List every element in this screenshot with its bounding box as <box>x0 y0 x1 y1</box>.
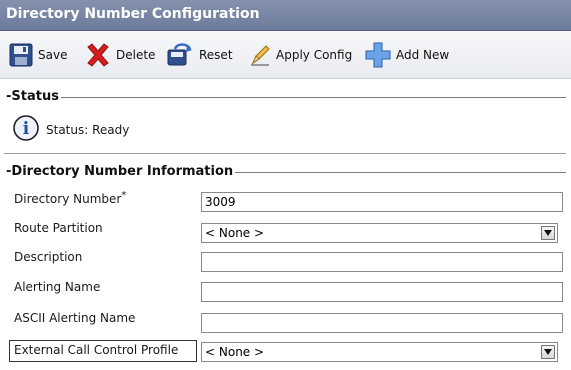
directory-number-label: Directory Number* <box>14 190 126 206</box>
info-icon: i <box>12 114 40 145</box>
delete-icon <box>84 41 112 69</box>
alerting-name-field[interactable] <box>201 282 563 302</box>
reset-button[interactable]: Reset <box>165 41 233 69</box>
required-marker: * <box>121 190 127 201</box>
route-partition-select[interactable]: < None > <box>201 223 558 243</box>
page-title: Directory Number Configuration <box>6 6 260 22</box>
save-label: Save <box>38 48 68 62</box>
status-title-text: Status <box>11 89 59 104</box>
apply-config-label: Apply Config <box>276 48 353 62</box>
external-call-control-select[interactable]: < None > <box>201 342 558 362</box>
section-separator <box>4 153 566 154</box>
add-new-button[interactable]: Add New <box>364 41 449 69</box>
reset-label: Reset <box>199 48 233 62</box>
delete-button[interactable]: Delete <box>84 41 155 69</box>
description-field[interactable] <box>201 252 563 272</box>
dn-info-section-title: -Directory Number Information <box>4 164 236 179</box>
apply-config-icon <box>248 42 272 68</box>
alerting-name-label: Alerting Name <box>14 280 101 294</box>
ascii-alerting-name-field[interactable] <box>201 313 563 333</box>
route-partition-label: Route Partition <box>14 221 103 235</box>
directory-number-label-text: Directory Number <box>14 192 122 206</box>
status-row: i Status: Ready <box>12 114 129 145</box>
apply-config-button[interactable]: Apply Config <box>248 41 352 69</box>
save-icon <box>8 42 34 68</box>
status-text: Status: Ready <box>46 122 130 137</box>
delete-label: Delete <box>116 48 156 62</box>
title-bar: Directory Number Configuration <box>0 0 571 31</box>
status-divider <box>4 97 566 98</box>
toolbar: Save Delete Reset Apply Config Add New <box>0 31 571 79</box>
dropdown-arrow-icon[interactable] <box>541 226 555 240</box>
svg-text:i: i <box>23 119 30 139</box>
directory-number-field[interactable] <box>201 192 563 212</box>
add-new-label: Add New <box>396 48 450 62</box>
route-partition-value: < None > <box>205 226 265 240</box>
dn-info-title-text: Directory Number Information <box>11 164 234 179</box>
external-call-control-value: < None > <box>205 345 265 359</box>
reset-icon <box>165 41 195 69</box>
external-call-control-label: External Call Control Profile <box>14 343 179 357</box>
save-button[interactable]: Save <box>8 41 67 69</box>
ascii-alerting-name-label: ASCII Alerting Name <box>14 311 136 325</box>
description-label: Description <box>14 250 83 264</box>
add-new-icon <box>364 41 392 69</box>
status-section-title: -Status <box>4 89 61 104</box>
dropdown-arrow-icon[interactable] <box>541 345 555 359</box>
